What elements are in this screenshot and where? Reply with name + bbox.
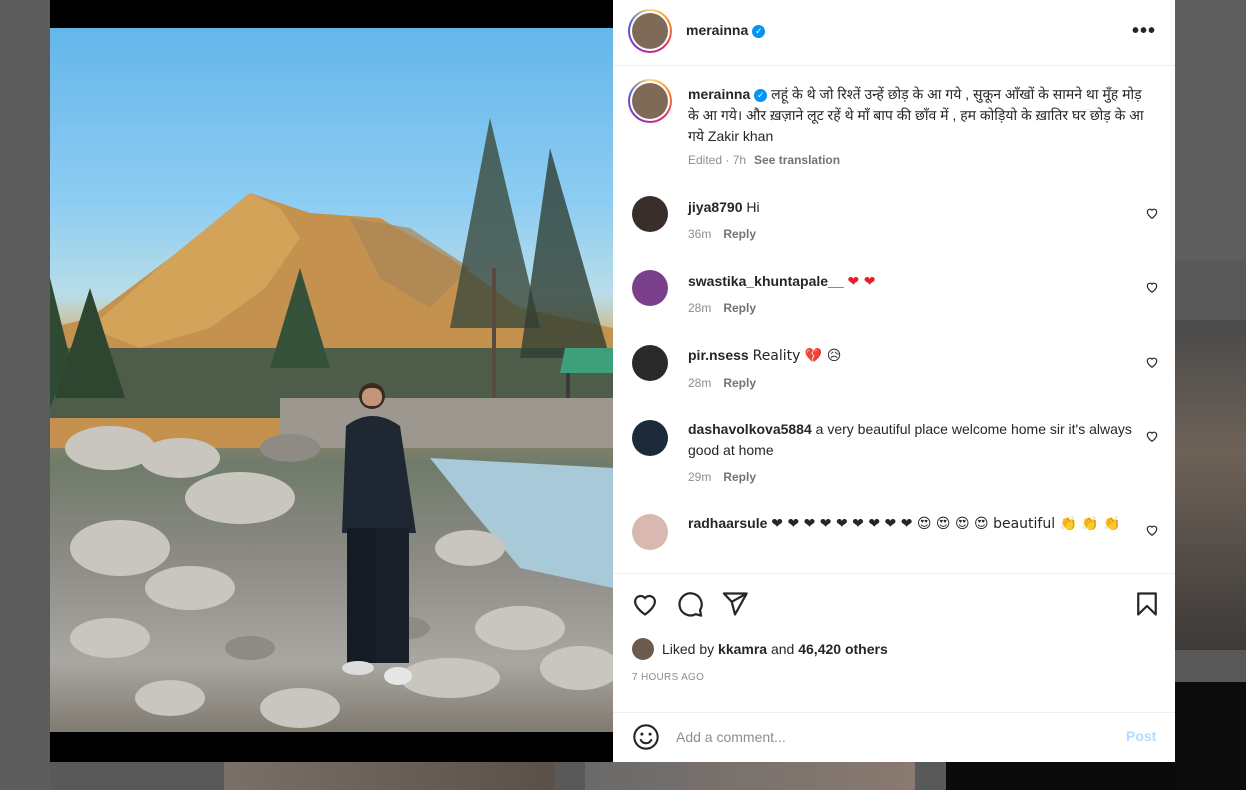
- caption-text: merainna ✓ लहूं के थे जो रिश्तें उन्हें छ…: [688, 84, 1148, 147]
- post-media[interactable]: [50, 0, 613, 762]
- comment-body: jiya8790 Hi: [688, 197, 1138, 218]
- comment-time: 36m: [688, 227, 712, 241]
- avatar[interactable]: [632, 420, 668, 456]
- like-comment-icon[interactable]: [1145, 280, 1159, 294]
- avatar[interactable]: [632, 83, 668, 119]
- see-translation-link[interactable]: See translation: [754, 153, 840, 167]
- caption-username[interactable]: merainna: [688, 86, 750, 102]
- avatar[interactable]: [632, 270, 668, 306]
- comment-text: ❤ ❤ ❤ ❤ ❤ ❤ ❤ ❤ ❤ 😍 😍 😍 😍 beautiful 👏 👏 …: [771, 516, 1121, 532]
- backdrop-right: [1175, 0, 1246, 260]
- likes-count[interactable]: 46,420 others: [798, 641, 888, 657]
- like-comment-icon[interactable]: [1145, 523, 1159, 537]
- avatar[interactable]: [632, 196, 668, 232]
- edited-label: Edited · 7h: [688, 153, 747, 167]
- feed-thumbnail: [224, 762, 554, 790]
- caption-meta: Edited · 7h See translation: [688, 153, 840, 167]
- likes-and: and: [770, 641, 795, 657]
- comment-time: 28m: [688, 376, 712, 390]
- author-username[interactable]: merainna ✓: [686, 22, 766, 39]
- comment-time: 29m: [688, 470, 712, 484]
- story-ring[interactable]: [628, 79, 672, 123]
- comment-text: Hi: [746, 199, 760, 215]
- more-icon: •••: [1132, 20, 1157, 42]
- post-detail-panel: merainna ✓ ••• merainna ✓ लहूं के थे जो रि…: [613, 0, 1175, 762]
- share-icon[interactable]: [721, 590, 749, 618]
- comment-meta: 29m Reply: [688, 470, 756, 484]
- reply-button[interactable]: Reply: [723, 376, 756, 390]
- reply-button[interactable]: Reply: [723, 227, 756, 241]
- avatar[interactable]: [632, 514, 668, 550]
- comment-body: radhaarsule ❤ ❤ ❤ ❤ ❤ ❤ ❤ ❤ ❤ 😍 😍 😍 😍 be…: [688, 513, 1138, 535]
- like-comment-icon[interactable]: [1145, 355, 1159, 369]
- comment-body: dashavolkova5884 a very beautiful place …: [688, 419, 1138, 461]
- story-ring[interactable]: [628, 9, 672, 53]
- verified-icon: ✓: [754, 88, 768, 102]
- comment-username[interactable]: swastika_khuntapale__: [688, 273, 844, 289]
- comment-body: swastika_khuntapale__ ❤ ❤: [688, 271, 1138, 293]
- more-options-button[interactable]: •••: [1132, 20, 1156, 43]
- comment-meta: 36m Reply: [688, 227, 756, 241]
- comment-time: 28m: [688, 301, 712, 315]
- feed-thumbnail: [1175, 320, 1246, 650]
- comment-username[interactable]: pir.nsess: [688, 347, 749, 363]
- post-actions: Liked by kkamra and 46,420 others 7 HOUR…: [613, 573, 1175, 713]
- comment-meta: 28m Reply: [688, 301, 756, 315]
- liker-username[interactable]: kkamra: [718, 641, 767, 657]
- backdrop-left: [0, 0, 50, 790]
- landscape-image: [50, 118, 613, 728]
- avatar[interactable]: [632, 13, 668, 49]
- emoji-icon[interactable]: [632, 723, 660, 751]
- post-comment-button[interactable]: Post: [1126, 728, 1156, 744]
- comment-body: pir.nsess Reality 💔 😥: [688, 345, 1138, 367]
- avatar[interactable]: [632, 638, 654, 660]
- likes-prefix: Liked by: [662, 641, 715, 657]
- comment-username[interactable]: dashavolkova5884: [688, 421, 812, 437]
- comment-text: ❤ ❤: [847, 274, 876, 290]
- comment-icon[interactable]: [676, 590, 704, 618]
- post-header: merainna ✓ •••: [613, 0, 1175, 66]
- like-comment-icon[interactable]: [1145, 429, 1159, 443]
- reply-button[interactable]: Reply: [723, 301, 756, 315]
- feed-thumbnail: [946, 762, 1175, 790]
- verified-icon: ✓: [752, 24, 766, 38]
- feed-thumbnail: [1175, 682, 1246, 790]
- comment-meta: 28m Reply: [688, 376, 756, 390]
- comment-username[interactable]: jiya8790: [688, 199, 743, 215]
- post-timestamp[interactable]: 7 HOURS AGO: [632, 672, 704, 683]
- post-photo[interactable]: [50, 28, 613, 732]
- comment-bar: Post: [613, 712, 1175, 762]
- comment-username[interactable]: radhaarsule: [688, 515, 767, 531]
- post-caption: merainna ✓ लहूं के थे जो रिश्तें उन्हें छ…: [613, 66, 1175, 176]
- avatar[interactable]: [632, 345, 668, 381]
- feed-thumbnail: [585, 762, 915, 790]
- likes-summary: Liked by kkamra and 46,420 others: [632, 638, 888, 660]
- comment-input[interactable]: [676, 725, 1096, 749]
- reply-button[interactable]: Reply: [723, 470, 756, 484]
- like-icon[interactable]: [631, 590, 659, 618]
- like-comment-icon[interactable]: [1145, 206, 1159, 220]
- save-icon[interactable]: [1133, 590, 1161, 618]
- comment-text: Reality 💔 😥: [752, 348, 842, 364]
